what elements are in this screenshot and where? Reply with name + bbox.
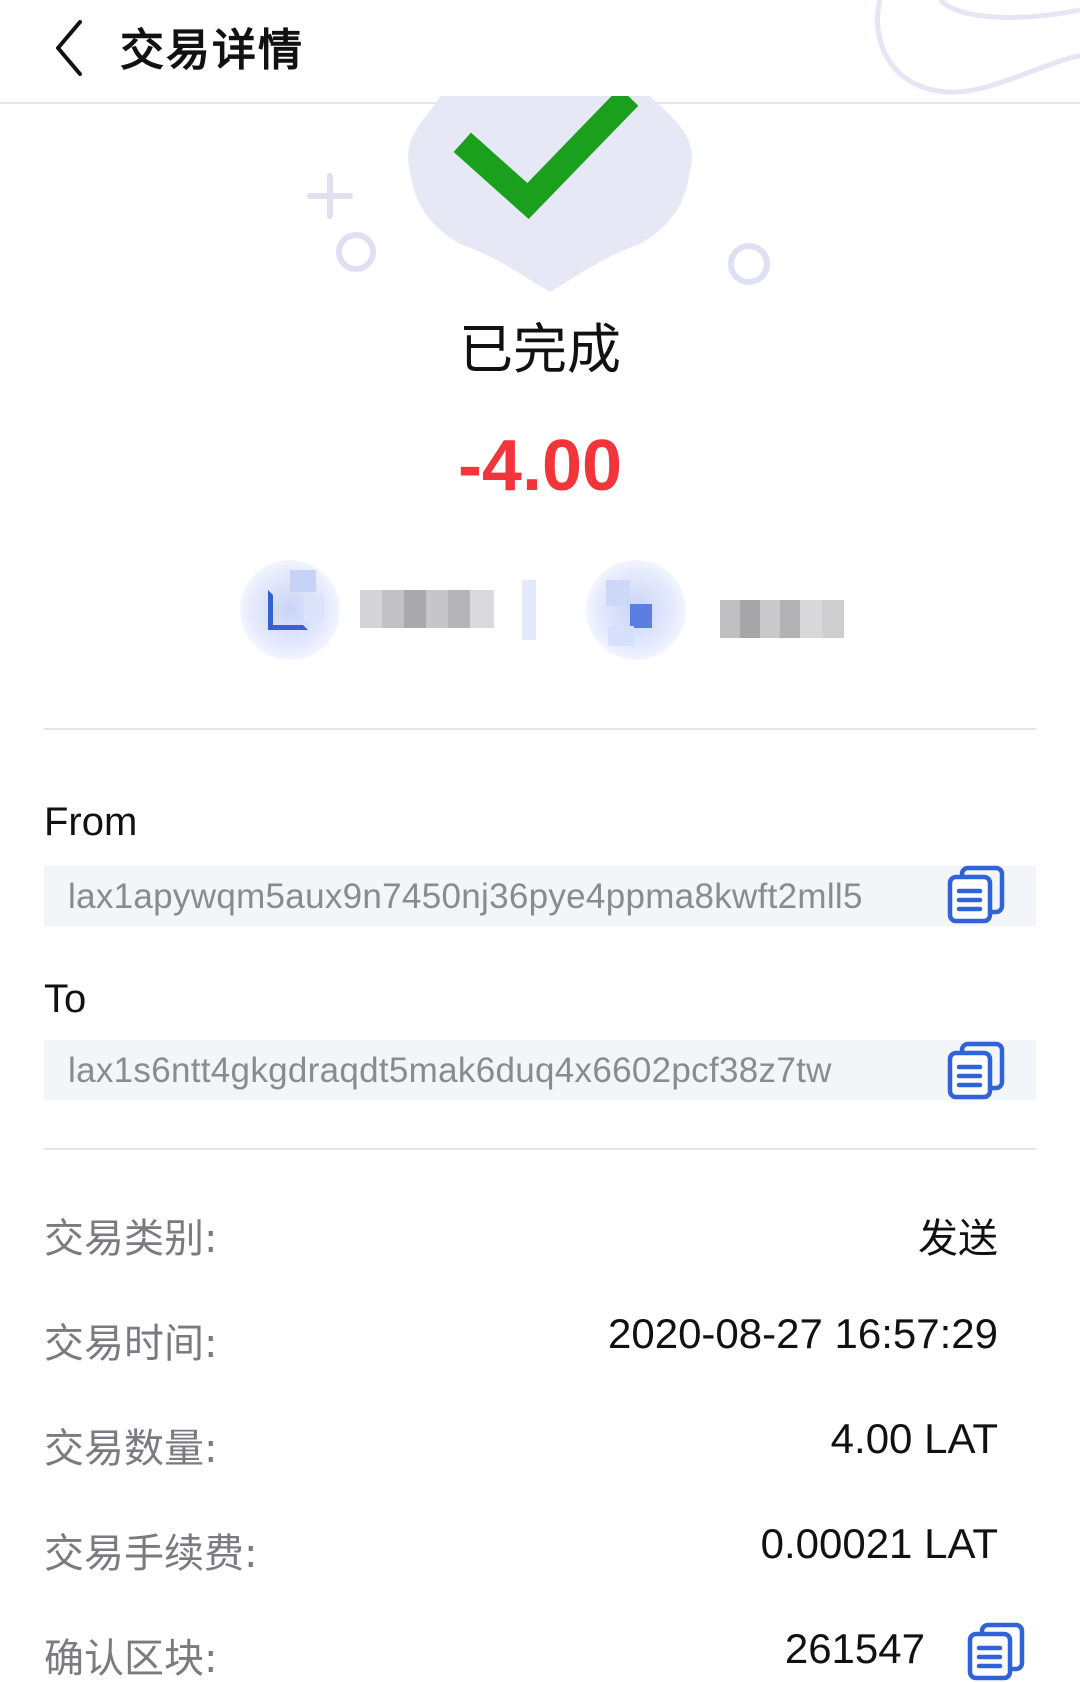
from-address: lax1apywqm5aux9n7450nj36pye4ppma8kwft2ml… (68, 877, 863, 916)
divider (44, 1148, 1036, 1150)
receiver-wallet-name-blurred (720, 600, 844, 638)
wallet-route-blurred (240, 560, 940, 660)
from-address-field: lax1apywqm5aux9n7450nj36pye4ppma8kwft2ml… (44, 866, 1036, 926)
copy-block-button[interactable] (966, 1620, 1026, 1681)
transaction-quantity-label: 交易数量: (44, 1426, 218, 1472)
to-address-field: lax1s6ntt4gkgdraqdt5mak6duq4x6602pcf38z7… (44, 1040, 1036, 1100)
copy-icon (947, 1041, 1005, 1100)
transaction-fee-value: 0.00021 LAT (760, 1520, 998, 1567)
transaction-fee-label: 交易手续费: (44, 1531, 258, 1577)
chevron-left-icon (56, 20, 82, 76)
confirmed-block-value: 261547 (784, 1625, 925, 1672)
success-check-icon (407, 96, 692, 292)
back-button[interactable] (48, 12, 108, 84)
transaction-time-value: 2020-08-27 16:57:29 (608, 1310, 998, 1357)
to-label: To (44, 977, 87, 1021)
from-label: From (44, 800, 138, 844)
transaction-time-label: 交易时间: (44, 1321, 218, 1367)
plus-decoration-icon (307, 173, 353, 219)
transaction-quantity-value: 4.00 LAT (830, 1415, 998, 1462)
route-divider (522, 580, 536, 640)
header-decoration (875, 0, 1080, 95)
receiver-wallet-avatar (586, 560, 686, 660)
sender-wallet-avatar (240, 560, 340, 660)
copy-icon (947, 865, 1005, 924)
status-text: 已完成 (459, 318, 621, 381)
divider (44, 728, 1036, 730)
copy-icon (967, 1622, 1025, 1681)
sender-wallet-name-blurred (360, 590, 494, 628)
transaction-type-label: 交易类别: (44, 1216, 218, 1262)
ring-decoration (336, 232, 376, 272)
copy-to-address-button[interactable] (946, 1040, 1006, 1100)
to-address: lax1s6ntt4gkgdraqdt5mak6duq4x6602pcf38z7… (68, 1051, 832, 1090)
confirmed-block-label: 确认区块: (44, 1636, 218, 1682)
transaction-type-value: 发送 (918, 1216, 998, 1262)
ring-decoration (728, 243, 770, 285)
page-title: 交易详情 (120, 25, 304, 76)
transaction-amount: -4.00 (457, 426, 623, 506)
copy-from-address-button[interactable] (946, 864, 1006, 924)
app-header: 交易详情 (0, 0, 1080, 104)
